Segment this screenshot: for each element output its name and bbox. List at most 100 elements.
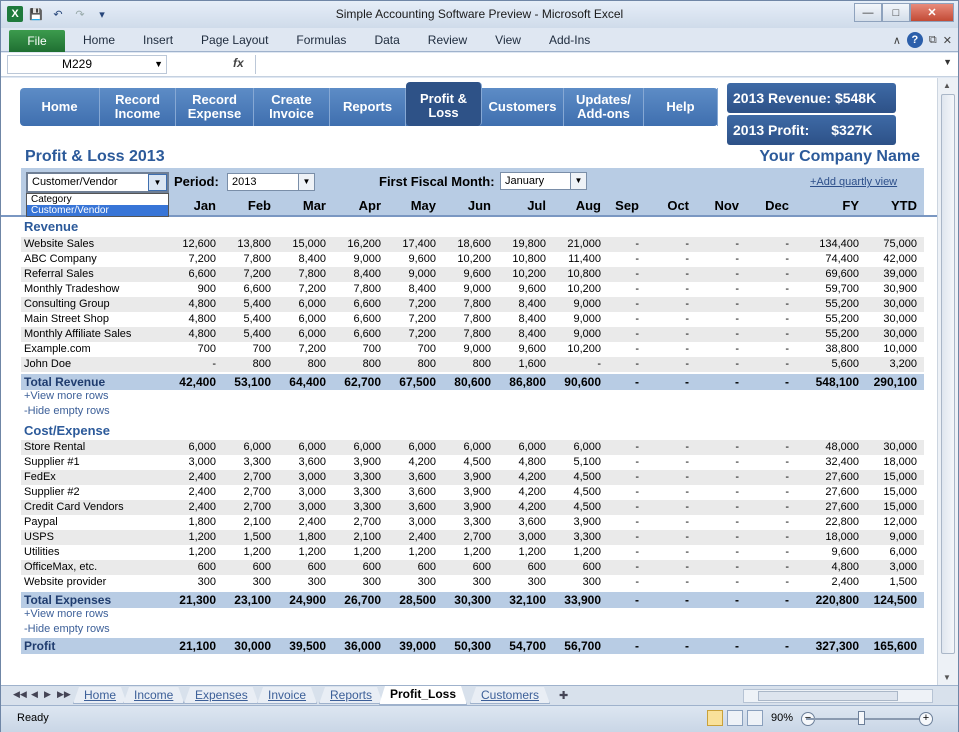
cell-dec[interactable]: -	[729, 470, 789, 485]
nav-record-income[interactable]: Record Income	[100, 88, 176, 126]
sheet-tab-profit-loss[interactable]: Profit_Loss	[379, 686, 467, 705]
cell-may[interactable]: 3,600	[376, 470, 436, 485]
cell-may[interactable]: 6,000	[376, 440, 436, 455]
nav-record-expense[interactable]: Record Expense	[176, 88, 254, 126]
cell-dec[interactable]: -	[729, 297, 789, 312]
cell-mar[interactable]: 300	[266, 575, 326, 590]
cell-dec[interactable]: -	[729, 545, 789, 560]
ribbon-tab-formulas[interactable]: Formulas	[282, 33, 360, 47]
cell-jan[interactable]: 21,100	[156, 638, 216, 654]
cell-jan[interactable]: 4,800	[156, 312, 216, 327]
cell-mar[interactable]: 3,600	[266, 455, 326, 470]
ribbon-minimize-icon[interactable]: ∧	[893, 34, 901, 47]
cell-dec[interactable]: -	[729, 312, 789, 327]
minimize-button[interactable]: —	[854, 3, 882, 22]
first-sheet-icon[interactable]: ◀◀	[13, 689, 27, 700]
horizontal-scrollbar[interactable]	[743, 689, 933, 703]
cell-mar[interactable]: 3,000	[266, 500, 326, 515]
cell-ytd[interactable]: 165,600	[857, 638, 917, 654]
cell-feb[interactable]: 5,400	[211, 312, 271, 327]
cell-jan[interactable]: -	[156, 357, 216, 372]
cell-dec[interactable]: -	[729, 327, 789, 342]
maximize-button[interactable]: □	[882, 3, 910, 22]
scroll-thumb[interactable]	[941, 94, 955, 654]
cell-jul[interactable]: 4,200	[486, 500, 546, 515]
cell-may[interactable]: 67,500	[376, 374, 436, 390]
cell-jun[interactable]: 9,000	[431, 282, 491, 297]
cell-may[interactable]: 7,200	[376, 297, 436, 312]
cell-dec[interactable]: -	[729, 237, 789, 252]
nav-updates-add-ons[interactable]: Updates/ Add-ons	[564, 88, 644, 126]
cell-jun[interactable]: 3,900	[431, 500, 491, 515]
cell-may[interactable]: 7,200	[376, 312, 436, 327]
cell-apr[interactable]: 6,600	[321, 327, 381, 342]
cell-may[interactable]: 7,200	[376, 327, 436, 342]
vertical-scrollbar[interactable]: ▲ ▼	[937, 78, 958, 685]
cell-apr[interactable]: 1,200	[321, 545, 381, 560]
cell-ytd[interactable]: 1,500	[857, 575, 917, 590]
cell-ytd[interactable]: 3,000	[857, 560, 917, 575]
sheet-tab-invoice[interactable]: Invoice	[257, 687, 317, 704]
cell-ytd[interactable]: 39,000	[857, 267, 917, 282]
chevron-down-icon[interactable]: ▼	[570, 173, 586, 189]
nav-home[interactable]: Home	[20, 88, 100, 126]
cell-ytd[interactable]: 30,000	[857, 297, 917, 312]
chevron-down-icon[interactable]: ▼	[148, 174, 167, 191]
ribbon-tab-add-ins[interactable]: Add-Ins	[535, 33, 604, 47]
cell-apr[interactable]: 6,600	[321, 312, 381, 327]
cell-jul[interactable]: 3,600	[486, 515, 546, 530]
period-select[interactable]: 2013 ▼	[227, 173, 315, 191]
cell-apr[interactable]: 3,900	[321, 455, 381, 470]
cell-ytd[interactable]: 290,100	[857, 374, 917, 390]
cell-jul[interactable]: 4,800	[486, 455, 546, 470]
grouping-select[interactable]: Customer/Vendor ▼	[26, 172, 169, 193]
cell-jul[interactable]: 4,200	[486, 470, 546, 485]
cell-jan[interactable]: 1,200	[156, 530, 216, 545]
cell-feb[interactable]: 300	[211, 575, 271, 590]
cell-mar[interactable]: 6,000	[266, 312, 326, 327]
cell-apr[interactable]: 26,700	[321, 592, 381, 608]
hide-empty-revenue-link[interactable]: -Hide empty rows	[24, 405, 110, 417]
cell-ytd[interactable]: 15,000	[857, 470, 917, 485]
cell-fy[interactable]: 55,200	[799, 327, 859, 342]
cell-jun[interactable]: 300	[431, 575, 491, 590]
cell-ytd[interactable]: 30,000	[857, 312, 917, 327]
cell-feb[interactable]: 2,100	[211, 515, 271, 530]
cell-jun[interactable]: 9,000	[431, 342, 491, 357]
cell-mar[interactable]: 1,200	[266, 545, 326, 560]
fiscal-month-select[interactable]: January ▼	[500, 172, 587, 190]
cell-jul[interactable]: 3,000	[486, 530, 546, 545]
cell-jan[interactable]: 2,400	[156, 500, 216, 515]
cell-jul[interactable]: 8,400	[486, 327, 546, 342]
normal-view-icon[interactable]	[707, 710, 723, 726]
cell-jun[interactable]: 9,600	[431, 267, 491, 282]
cell-dec[interactable]: -	[729, 357, 789, 372]
cell-ytd[interactable]: 30,000	[857, 327, 917, 342]
cell-mar[interactable]: 2,400	[266, 515, 326, 530]
cell-jun[interactable]: 1,200	[431, 545, 491, 560]
cell-mar[interactable]: 39,500	[266, 638, 326, 654]
cell-fy[interactable]: 4,800	[799, 560, 859, 575]
cell-jun[interactable]: 30,300	[431, 592, 491, 608]
chevron-down-icon[interactable]: ▼	[298, 174, 314, 190]
cell-fy[interactable]: 5,600	[799, 357, 859, 372]
cell-mar[interactable]: 24,900	[266, 592, 326, 608]
nav-customers[interactable]: Customers	[482, 88, 564, 126]
cell-feb[interactable]: 53,100	[211, 374, 271, 390]
cell-dec[interactable]: -	[729, 485, 789, 500]
cell-jan[interactable]: 300	[156, 575, 216, 590]
prev-sheet-icon[interactable]: ◀	[31, 689, 38, 700]
cell-jun[interactable]: 10,200	[431, 252, 491, 267]
cell-may[interactable]: 600	[376, 560, 436, 575]
cell-may[interactable]: 4,200	[376, 455, 436, 470]
close-button[interactable]: ✕	[910, 3, 954, 22]
cell-jul[interactable]: 9,600	[486, 282, 546, 297]
cell-ytd[interactable]: 30,000	[857, 440, 917, 455]
cell-jun[interactable]: 3,900	[431, 485, 491, 500]
cell-dec[interactable]: -	[729, 592, 789, 608]
cell-fy[interactable]: 32,400	[799, 455, 859, 470]
cell-fy[interactable]: 74,400	[799, 252, 859, 267]
cell-may[interactable]: 17,400	[376, 237, 436, 252]
sheet-tab-home[interactable]: Home	[73, 687, 127, 704]
cell-dec[interactable]: -	[729, 575, 789, 590]
